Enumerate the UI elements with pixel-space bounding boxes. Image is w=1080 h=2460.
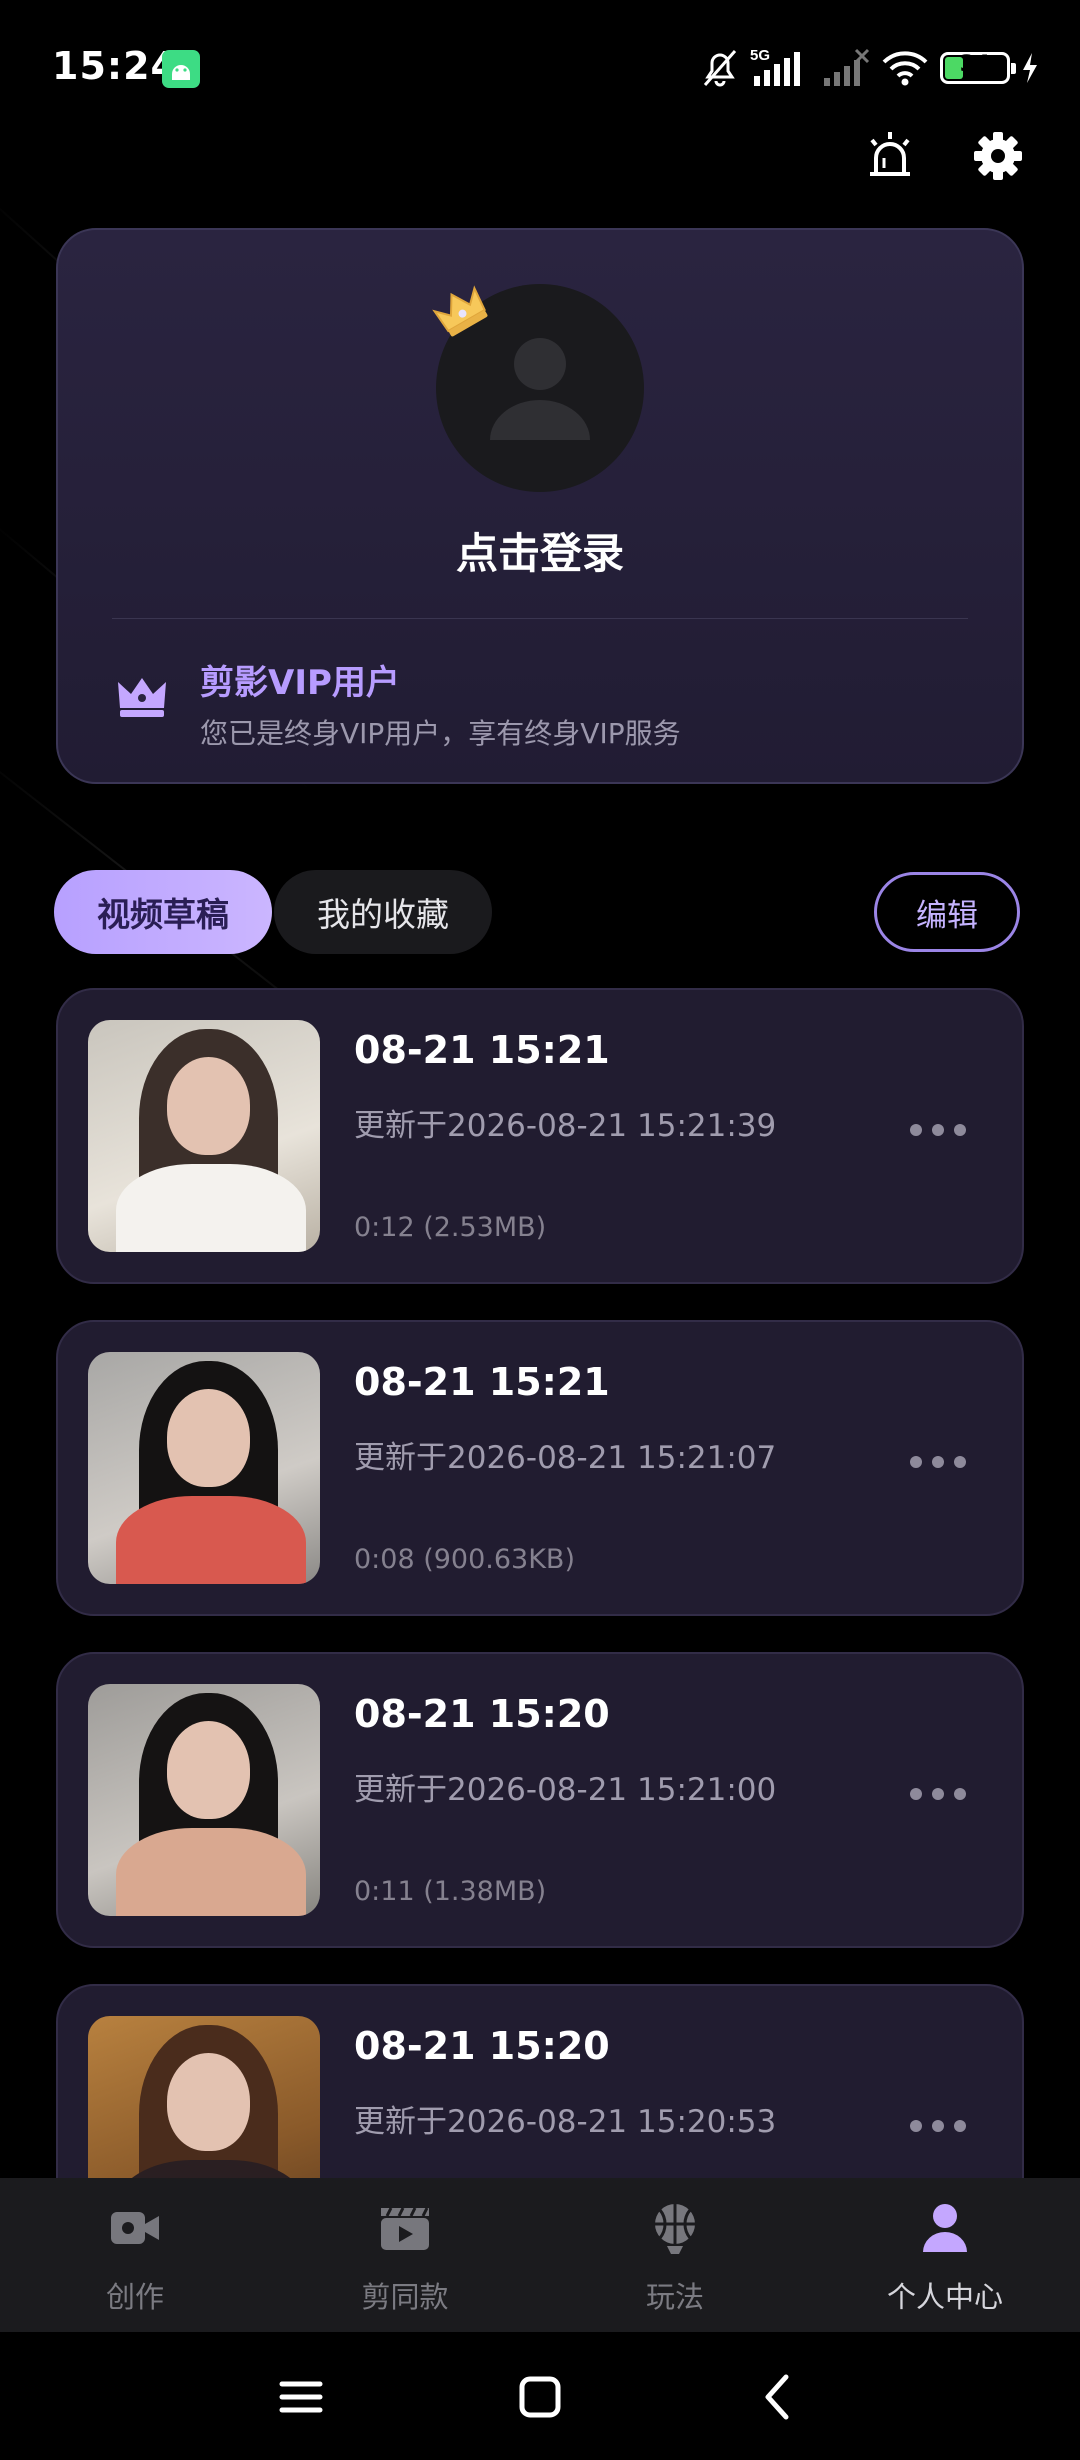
battery-indicator: 34 [940,52,1016,84]
draft-title: 08-21 15:21 [354,1360,610,1404]
more-options-icon[interactable] [910,1124,966,1136]
clapperboard-icon [381,2207,429,2250]
video-camera-icon [111,2212,159,2244]
nav-label: 个人中心 [886,2280,1003,2314]
status-bar: 15:24 5G 34 [0,0,1080,135]
vip-crown-icon [116,674,168,720]
more-options-icon[interactable] [910,1456,966,1468]
status-icons: 5G 34 [700,44,1040,92]
tab-my-favorites[interactable]: 我的收藏 [274,870,492,954]
vip-description: 您已是终身VIP用户，享有终身VIP服务 [200,717,681,750]
nav-item-create[interactable]: 创作 [0,2178,270,2332]
tab-video-drafts[interactable]: 视频草稿 [54,870,272,954]
draft-thumbnail [88,1684,320,1916]
back-icon[interactable] [744,2362,814,2432]
android-app-icon [162,50,200,88]
basketball-icon [655,2204,695,2254]
screen: 15:24 5G 34 点击登录 剪影VIP用户 您已是终身VIP用户，享有终身… [0,0,1080,2460]
bottom-nav: 创作 剪同款 玩法 个人中心 [0,2178,1080,2332]
more-options-icon[interactable] [910,2120,966,2132]
nav-label: 玩法 [645,2280,704,2314]
alarm-light-icon[interactable] [862,128,918,184]
signal-5g-icon: 5G [750,47,800,86]
draft-title: 08-21 15:20 [354,1692,610,1736]
draft-duration-size: 0:08 (900.63KB) [354,1544,575,1575]
login-button[interactable]: 点击登录 [58,520,1022,581]
divider [112,618,968,619]
wifi-icon [882,51,928,86]
menu-icon[interactable] [266,2362,336,2432]
draft-title: 08-21 15:21 [354,1028,610,1072]
network-label: 5G [750,47,770,64]
draft-updated-time: 更新于2026-08-21 15:20:53 [354,2104,777,2140]
draft-card[interactable]: 08-21 15:20 更新于2026-08-21 15:21:00 0:11 … [56,1652,1024,1948]
draft-duration-size: 0:11 (1.38MB) [354,1876,547,1907]
draft-card[interactable]: 08-21 15:20 更新于2026-08-21 15:20:53 [56,1984,1024,2178]
draft-updated-time: 更新于2026-08-21 15:21:07 [354,1440,777,1476]
nav-label: 剪同款 [361,2280,449,2314]
gear-icon[interactable] [970,128,1026,184]
draft-title: 08-21 15:20 [354,2024,610,2068]
vip-title: 剪影VIP用户 [200,663,400,703]
draft-duration-size: 0:12 (2.53MB) [354,1212,547,1243]
draft-updated-time: 更新于2026-08-21 15:21:39 [354,1108,777,1144]
draft-card[interactable]: 08-21 15:21 更新于2026-08-21 15:21:39 0:12 … [56,988,1024,1284]
nav-item-profile[interactable]: 个人中心 [810,2178,1080,2332]
home-icon[interactable] [505,2362,575,2432]
crown-badge-icon [430,280,492,342]
profile-card: 点击登录 剪影VIP用户 您已是终身VIP用户，享有终身VIP服务 [56,228,1024,784]
signal-weak-icon [824,48,870,86]
person-icon [923,2204,967,2252]
muted-bell-icon [703,50,737,87]
draft-updated-time: 更新于2026-08-21 15:21:00 [354,1772,777,1808]
draft-thumbnail [88,1020,320,1252]
draft-thumbnail [88,1352,320,1584]
draft-thumbnail [88,2016,320,2178]
edit-button[interactable]: 编辑 [874,872,1020,952]
battery-level: 34 [959,52,991,77]
battery-tip [1011,63,1016,74]
status-time: 15:24 [52,44,178,88]
more-options-icon[interactable] [910,1788,966,1800]
draft-card[interactable]: 08-21 15:21 更新于2026-08-21 15:21:07 0:08 … [56,1320,1024,1616]
nav-label: 创作 [105,2280,164,2314]
nav-item-templates[interactable]: 剪同款 [270,2178,540,2332]
draft-list: 08-21 15:21 更新于2026-08-21 15:21:39 0:12 … [56,988,1024,2178]
system-nav-bar [0,2332,1080,2460]
charging-bolt-icon [1023,53,1037,83]
nav-item-play[interactable]: 玩法 [540,2178,810,2332]
